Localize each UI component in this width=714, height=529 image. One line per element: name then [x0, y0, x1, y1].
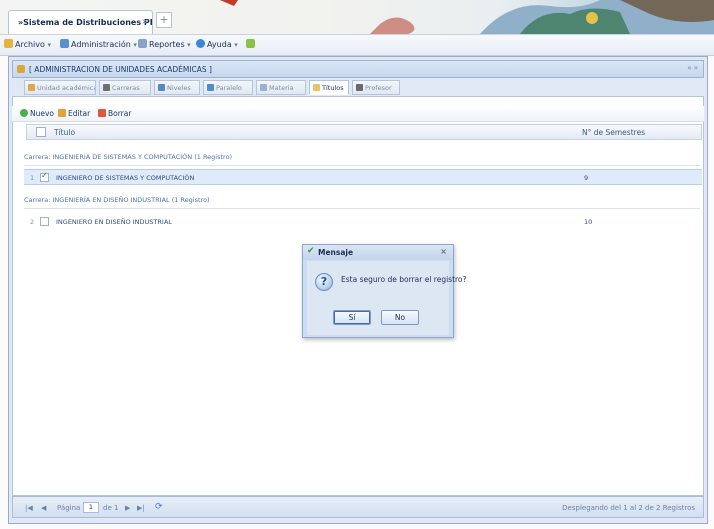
next-page-button[interactable]: ▶ [125, 504, 130, 512]
collapse-icon[interactable]: « » [687, 64, 698, 72]
subtab-strip: Unidad académica Carreras Niveles Parale… [24, 80, 704, 96]
tab-carreras[interactable]: Carreras [99, 80, 151, 95]
column-header-title[interactable]: Título [54, 128, 75, 137]
new-button[interactable]: Nuevo [20, 109, 54, 118]
archive-icon [4, 39, 13, 48]
check-icon: ✔ [307, 246, 315, 256]
help-icon [196, 39, 205, 48]
banner-decoration [220, 0, 714, 34]
grid-toolbar: Nuevo Editar Borrar [12, 106, 704, 122]
browser-tab[interactable]: »Sistema de Distribuciones PRICESA» × [8, 10, 153, 34]
edit-button[interactable]: Editar [58, 109, 90, 118]
flag-icon-shape [246, 39, 255, 48]
tab-profesor[interactable]: Profesor [352, 80, 400, 95]
subject-icon [260, 84, 267, 91]
table-row[interactable]: 2 INGENIERO EN DISEÑO INDUSTRIAL 10 [24, 214, 702, 230]
no-button[interactable]: No [381, 310, 419, 325]
chevron-down-icon: ▾ [47, 41, 51, 49]
prev-page-button[interactable]: ◀ [41, 504, 46, 512]
tab-label: Unidad académica [37, 84, 96, 92]
menu-administracion-label: Administración [71, 40, 131, 49]
last-page-button[interactable]: ▶| [137, 504, 145, 512]
row-title: INGENIERO DE SISTEMAS Y COMPUTACIÓN [56, 174, 195, 182]
row-checkbox[interactable] [40, 171, 49, 182]
delete-button-label: Borrar [108, 109, 132, 118]
table-row[interactable]: 1 INGENIERO DE SISTEMAS Y COMPUTACIÓN 9 [24, 169, 702, 185]
edit-button-label: Editar [68, 109, 91, 118]
reports-icon [138, 39, 147, 48]
page-number-input[interactable]: 1 [83, 502, 99, 513]
paging-summary: Desplegando del 1 al 2 de 2 Registros [562, 504, 695, 512]
close-icon[interactable]: × [141, 17, 148, 26]
add-icon [20, 109, 28, 117]
row-title: INGENIERO EN DISEÑO INDUSTRIAL [56, 218, 172, 226]
flag-icon[interactable] [246, 39, 257, 53]
row-number: 1 [30, 174, 35, 182]
chevron-down-icon: ▾ [187, 41, 191, 49]
select-all-checkbox[interactable] [36, 127, 46, 137]
teacher-icon [356, 84, 363, 91]
close-icon[interactable]: × [440, 247, 447, 256]
menu-administracion[interactable]: Administración ▾ [60, 39, 137, 53]
yes-button[interactable]: Sí [333, 310, 371, 325]
admin-icon [60, 39, 69, 48]
tab-label: Títulos [322, 84, 344, 92]
menu-archivo-label: Archivo [15, 40, 45, 49]
row-checkbox[interactable] [40, 217, 49, 226]
tab-label: Carreras [112, 84, 140, 92]
browser-tab-bar: »Sistema de Distribuciones PRICESA» × + [0, 0, 714, 34]
tab-label: Paralelo [216, 84, 242, 92]
question-icon: ? [315, 273, 333, 291]
page-label: Página [57, 504, 81, 512]
tab-unidad-academica[interactable]: Unidad académica [24, 80, 96, 95]
group-header[interactable]: Carrera: INGENIERÍA DE SISTEMAS Y COMPUT… [24, 153, 700, 166]
row-semesters: 10 [584, 218, 593, 226]
group-title: Carrera: INGENIERÍA DE SISTEMAS Y COMPUT… [24, 153, 233, 161]
column-header-semesters[interactable]: N° de Semestres [582, 128, 645, 137]
new-tab-button[interactable]: + [156, 12, 172, 28]
careers-icon [103, 84, 110, 91]
browser-tab-title: »Sistema de Distribuciones PRICESA» [18, 18, 152, 27]
paging-toolbar: |◀ ◀ Página 1 de 1 ▶ ▶| ⟳ Desplegando de… [12, 496, 704, 518]
chevron-down-icon: ▾ [234, 41, 238, 49]
delete-icon [98, 109, 106, 117]
levels-icon [158, 84, 165, 91]
dialog-body: ? Esta seguro de borrar el registro? Sí … [307, 261, 467, 335]
dialog-title: Mensaje [318, 248, 354, 257]
tab-materia[interactable]: Materia [256, 80, 306, 95]
new-button-label: Nuevo [30, 109, 55, 118]
group-title: Carrera: INGENIERÍA EN DISEÑO INDUSTRIAL… [24, 196, 210, 204]
menubar: Archivo ▾ Administración ▾ Reportes ▾ Ay… [0, 34, 714, 56]
menu-ayuda-label: Ayuda [207, 40, 232, 49]
folder-icon [17, 65, 25, 73]
delete-button[interactable]: Borrar [98, 109, 131, 118]
tab-label: Materia [269, 84, 294, 92]
parallel-icon [207, 84, 214, 91]
tab-label: Profesor [365, 84, 392, 92]
refresh-icon[interactable]: ⟳ [155, 502, 163, 512]
panel-title-bar: [ ADMINISTRACION DE UNIDADES ACADÉMICAS … [12, 60, 704, 78]
tab-titulos[interactable]: Títulos [309, 80, 349, 95]
dialog-title-bar[interactable]: ✔ Mensaje × [303, 245, 453, 260]
menu-reportes[interactable]: Reportes ▾ [138, 39, 191, 53]
menu-ayuda[interactable]: Ayuda ▾ [196, 39, 238, 53]
first-page-button[interactable]: |◀ [25, 504, 33, 512]
menu-reportes-label: Reportes [149, 40, 185, 49]
titles-icon [313, 84, 320, 91]
tab-label: Niveles [167, 84, 191, 92]
pencil-icon [58, 109, 66, 117]
row-semesters: 9 [584, 174, 589, 182]
tab-paralelo[interactable]: Paralelo [203, 80, 253, 95]
unit-icon [28, 84, 35, 91]
chevron-down-icon: ▾ [133, 41, 137, 49]
page-total-label: de 1 [103, 504, 119, 512]
confirm-dialog: ✔ Mensaje × ? Esta seguro de borrar el r… [302, 244, 467, 338]
dialog-message: Esta seguro de borrar el registro? [341, 275, 467, 284]
row-number: 2 [30, 218, 35, 226]
group-header[interactable]: Carrera: INGENIERÍA EN DISEÑO INDUSTRIAL… [24, 196, 700, 209]
menu-archivo[interactable]: Archivo ▾ [4, 39, 51, 53]
tab-niveles[interactable]: Niveles [154, 80, 200, 95]
panel-title: [ ADMINISTRACION DE UNIDADES ACADÉMICAS … [29, 65, 212, 74]
